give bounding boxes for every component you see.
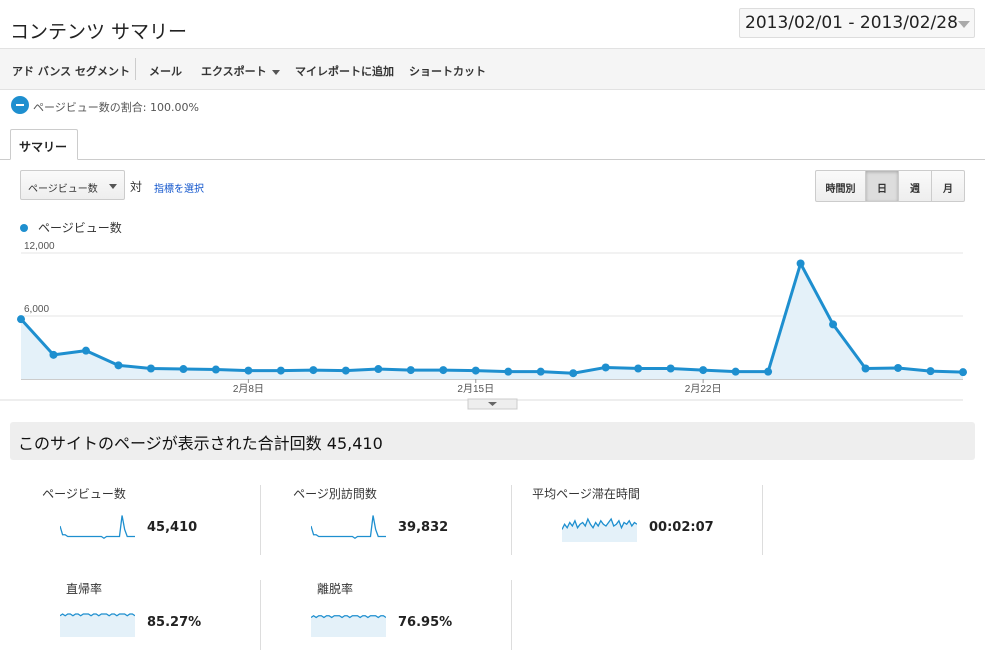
x-tick-label: 2月8日 <box>233 383 264 395</box>
data-point[interactable] <box>796 259 805 268</box>
total-bar: このサイトのページが表示された合計回数 45,410 <box>10 422 975 460</box>
data-point[interactable] <box>601 363 610 372</box>
data-point[interactable] <box>374 365 383 374</box>
metric-card-exit-rate[interactable]: 離脱率 76.95% <box>261 580 512 650</box>
data-point[interactable] <box>309 366 318 375</box>
data-point[interactable] <box>179 365 188 374</box>
data-point[interactable] <box>829 320 838 329</box>
x-tick-label: 2月22日 <box>685 383 722 395</box>
page-title: コンテンツ サマリー <box>10 21 188 43</box>
sparkline <box>311 515 386 540</box>
data-point[interactable] <box>49 350 58 359</box>
sparkline-line <box>60 515 135 540</box>
advanced-segments-button[interactable]: アド バンス セグメント <box>12 63 130 79</box>
sparkline-line <box>311 515 386 540</box>
chevron-down-icon <box>958 21 970 28</box>
metric-card-unique-pageviews[interactable]: ページ別訪問数 39,832 <box>261 485 512 555</box>
chevron-down-icon <box>109 184 117 189</box>
data-point[interactable] <box>439 366 448 375</box>
data-point[interactable] <box>861 364 870 373</box>
metric-title: 離脱率 <box>316 582 353 596</box>
sparkline <box>311 614 386 637</box>
data-point[interactable] <box>959 368 967 377</box>
add-to-dashboard-button[interactable]: マイレポートに追加 <box>295 63 394 79</box>
card-divider <box>511 580 512 650</box>
data-point[interactable] <box>81 346 90 355</box>
data-point[interactable] <box>504 367 513 376</box>
data-point[interactable] <box>211 365 220 374</box>
metric-title: ページビュー数 <box>42 487 126 501</box>
metric-select-value: ページビュー数 <box>28 184 98 195</box>
data-point[interactable] <box>666 364 675 373</box>
data-point[interactable] <box>406 366 415 375</box>
metric-card-avg-time[interactable]: 平均ページ滞在時間 00:02:07 <box>512 485 763 555</box>
legend-label: ページビュー数 <box>38 221 122 235</box>
email-button[interactable]: メール <box>149 63 182 79</box>
tab-divider <box>0 159 985 160</box>
metric-title: 直帰率 <box>65 582 102 596</box>
card-divider <box>762 485 763 555</box>
data-point[interactable] <box>276 366 285 375</box>
y-tick-label: 12,000 <box>24 241 55 252</box>
metric-value: 76.95% <box>398 615 453 630</box>
choose-metric-link[interactable]: 指標を選択 <box>154 180 204 195</box>
total-label: このサイトのページが表示された合計回数 45,410 <box>18 434 383 453</box>
report-toolbar: アド バンス セグメント メール エクスポート マイレポートに追加 ショートカッ… <box>0 48 985 90</box>
data-point[interactable] <box>634 364 643 373</box>
x-tick-label: 2月15日 <box>457 383 494 395</box>
series-area <box>21 263 963 379</box>
period-day-button[interactable]: 日 <box>866 171 899 201</box>
data-point[interactable] <box>894 363 903 372</box>
metric-title: 平均ページ滞在時間 <box>532 487 640 501</box>
metric-select[interactable]: ページビュー数 <box>20 170 125 200</box>
metric-card-pageviews[interactable]: ページビュー数 45,410 <box>10 485 261 555</box>
vs-label: 対 <box>130 180 143 194</box>
data-point[interactable] <box>731 367 740 376</box>
data-point[interactable] <box>699 366 708 375</box>
data-point[interactable] <box>244 366 253 375</box>
period-week-button[interactable]: 週 <box>899 171 932 201</box>
sparkline <box>60 613 135 637</box>
data-point[interactable] <box>926 367 935 376</box>
data-point[interactable] <box>471 366 480 375</box>
data-point[interactable] <box>114 361 123 370</box>
sparkline <box>562 517 637 542</box>
period-toggle: 時間別 日 週 月 <box>815 170 965 202</box>
sparkline-area <box>60 614 135 637</box>
pageviews-chart: 12,000 6,000 2月8日 2月15日 2月22日 <box>0 241 967 410</box>
segment-icon[interactable] <box>11 96 29 114</box>
shortcut-button[interactable]: ショートカット <box>409 63 486 79</box>
tab-summary[interactable]: サマリー <box>10 129 78 160</box>
metric-value: 00:02:07 <box>649 520 714 535</box>
metric-card-bounce-rate[interactable]: 直帰率 85.27% <box>10 580 261 650</box>
data-point[interactable] <box>569 369 578 378</box>
segment-label: ページビュー数の割合: 100.00% <box>33 101 199 114</box>
data-point[interactable] <box>536 367 545 376</box>
toolbar-divider <box>135 58 136 80</box>
y-tick-label: 6,000 <box>24 304 49 315</box>
data-point[interactable] <box>146 364 155 373</box>
period-hourly-button[interactable]: 時間別 <box>816 171 866 201</box>
date-range-picker[interactable]: 2013/02/01 - 2013/02/28 <box>739 8 975 38</box>
metric-value: 85.27% <box>147 615 202 630</box>
date-range-label: 2013/02/01 - 2013/02/28 <box>745 13 958 33</box>
series-dot-icon <box>20 224 28 232</box>
data-point[interactable] <box>17 315 25 324</box>
export-label: エクスポート <box>201 65 267 78</box>
period-month-button[interactable]: 月 <box>932 171 964 201</box>
metric-value: 39,832 <box>398 520 449 535</box>
data-point[interactable] <box>764 367 773 376</box>
metric-value: 45,410 <box>147 520 198 535</box>
data-point[interactable] <box>341 366 350 375</box>
sparkline <box>60 515 135 540</box>
export-button[interactable]: エクスポート <box>201 63 280 79</box>
metric-title: ページ別訪問数 <box>293 487 377 501</box>
sparkline-area <box>311 615 386 637</box>
chevron-down-icon <box>271 69 280 75</box>
